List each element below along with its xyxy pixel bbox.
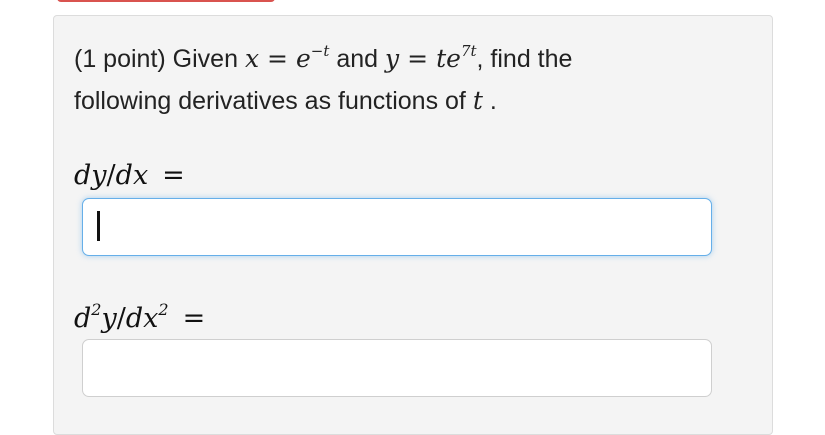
line2-text: following derivatives as functions of bbox=[74, 87, 466, 115]
x-equation: x = e−t bbox=[244, 42, 330, 74]
d2y-dx2-label: d2y/dx2 = bbox=[74, 300, 206, 335]
problem-points: (1 point) bbox=[74, 45, 166, 73]
find-text: , find the bbox=[476, 45, 573, 73]
previous-section-accent-bar bbox=[57, 0, 275, 2]
problem-statement: (1 point) Given x = e−t and y = te7t, find t… bbox=[74, 38, 754, 122]
y-equation: y = te7t bbox=[385, 42, 477, 74]
given-word: Given bbox=[172, 45, 238, 73]
d2y-dx2-answer-input[interactable] bbox=[82, 339, 712, 397]
period: . bbox=[482, 87, 497, 115]
and-word: and bbox=[336, 45, 379, 73]
dy-dx-label: dy/dx = bbox=[74, 160, 185, 191]
problem-line-1: (1 point) Given x = e−t and y = te7t, find t… bbox=[74, 38, 754, 80]
dy-dx-answer-input[interactable] bbox=[82, 198, 712, 256]
text-cursor bbox=[97, 211, 100, 241]
problem-line-2: following derivatives as functions of t … bbox=[74, 80, 754, 122]
t-variable: t bbox=[472, 86, 483, 115]
